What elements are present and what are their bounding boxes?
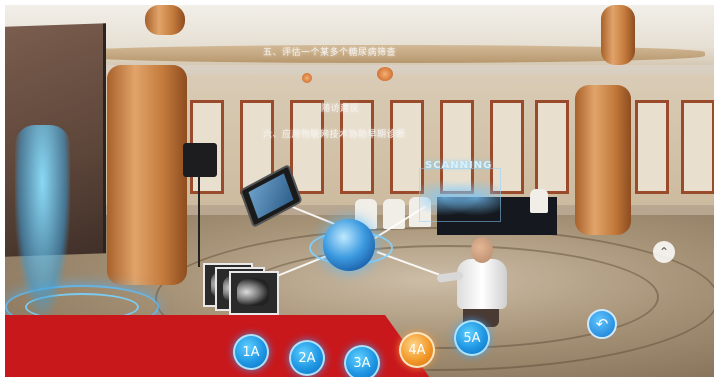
scanning-label: SCANNING (425, 160, 493, 171)
lung-scan-hologram[interactable] (419, 168, 501, 222)
pillar-right (575, 85, 631, 235)
wall-panel (340, 100, 374, 194)
vr-scene-viewport: 五、评估一个某多个糖尿病筛查 随访建议 六、应用物联网技术协助早期诊断 SCAN… (5, 5, 714, 377)
nav-button-2a[interactable]: 2A (289, 340, 325, 376)
wall-panel (535, 100, 569, 194)
hanging-ornament (377, 67, 393, 81)
pillar-top (601, 5, 635, 65)
pillar-top (145, 5, 185, 35)
hanging-ornament (302, 73, 312, 83)
doctor-avatar-head (471, 237, 493, 263)
speaker (183, 143, 217, 177)
pillar-left (107, 65, 187, 285)
wall-panel (290, 100, 324, 194)
globe-icon[interactable] (323, 219, 375, 271)
chevron-up-icon[interactable]: ⌃ (653, 241, 675, 263)
doctor-avatar-body (457, 259, 507, 309)
chair (530, 189, 548, 213)
overlay-text-item5: 五、评估一个某多个糖尿病筛查 (263, 48, 397, 58)
xray-film-icon[interactable] (229, 271, 279, 315)
nav-button-1a[interactable]: 1A (233, 334, 269, 370)
xray-lungs (237, 278, 269, 306)
nav-button-3a[interactable]: 3A (344, 345, 380, 377)
wall-panel (681, 100, 714, 194)
nav-button-5a[interactable]: 5A (454, 320, 490, 356)
nav-button-4a[interactable]: 4A (399, 332, 435, 368)
overlay-text-suggestion: 随访建议 (321, 104, 360, 114)
back-arrow-icon[interactable]: ↶ (587, 309, 617, 339)
hologram-human-figure (15, 125, 70, 315)
speaker-stand (198, 177, 200, 267)
overlay-text-item6: 六、应用物联网技术协助早期诊断 (263, 130, 406, 140)
wall-panel (635, 100, 669, 194)
